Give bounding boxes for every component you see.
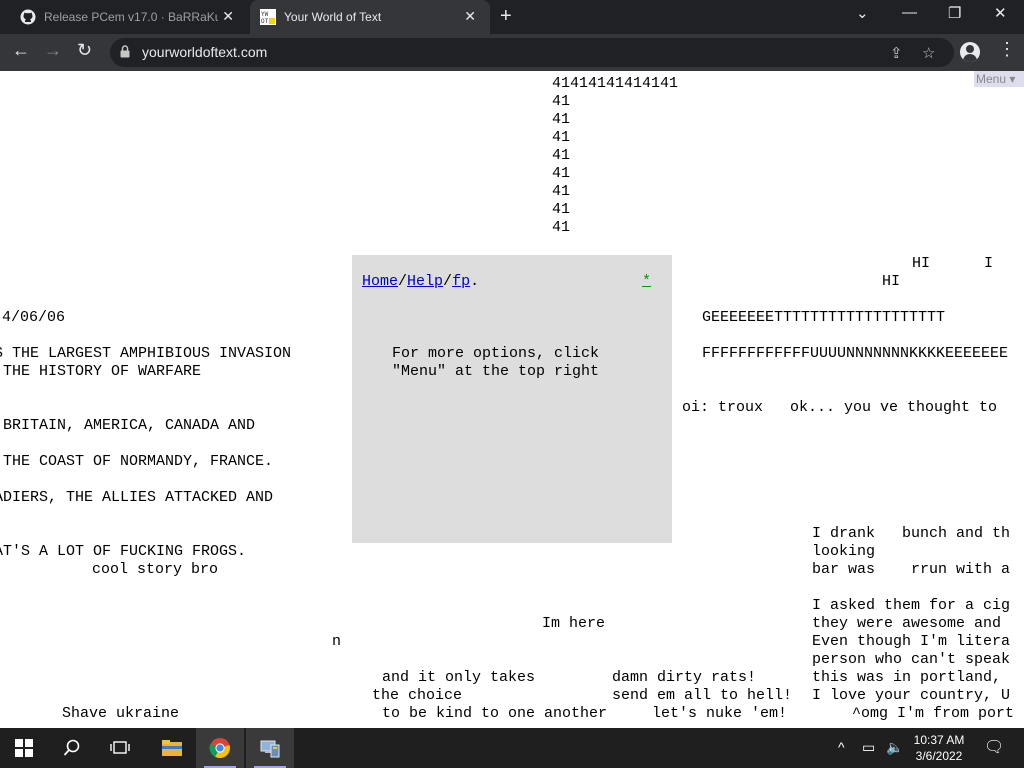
world-text: 41 xyxy=(552,201,571,218)
tab-search-icon[interactable]: ⌄ xyxy=(856,4,869,22)
restore-icon[interactable]: ❐ xyxy=(948,4,961,22)
world-text: GEEEEEEETTTTTTTTTTTTTTTTTTT xyxy=(702,309,946,326)
bookmark-star-icon[interactable]: ☆ xyxy=(922,44,935,62)
help-nav: Home/Help/fp. xyxy=(362,273,480,290)
world-text: THE HISTORY OF WARFARE xyxy=(0,363,202,380)
help-panel: Home/Help/fp. * For more options, click … xyxy=(352,255,672,543)
world-text: Shave ukraine xyxy=(62,705,180,722)
help-text-line1: For more options, click xyxy=(392,345,600,362)
profile-avatar-icon[interactable] xyxy=(960,42,980,62)
tab-strip: Release PCem v17.0 · BaRRaKudaRain/PCem-… xyxy=(0,0,1024,34)
show-hidden-icons-icon[interactable]: ^ xyxy=(838,739,845,755)
world-text: 41 xyxy=(552,129,571,146)
world-text: person who can't speak xyxy=(812,651,1011,668)
clock-time: 10:37 AM xyxy=(913,733,965,747)
world-text: 41 xyxy=(552,219,571,236)
chrome-taskbar-button[interactable] xyxy=(196,728,244,768)
world-text: FFFFFFFFFFFFUUUUNNNNNNNKKKKEEEEEEE xyxy=(702,345,1009,362)
world-text: let's nuke 'em! xyxy=(652,705,788,722)
url-text: yourworldoftext.com xyxy=(142,44,268,60)
world-text: 41 xyxy=(552,93,571,110)
task-view-icon xyxy=(110,741,130,754)
world-text: I love your country, U xyxy=(812,687,1011,704)
tab-title: Your World of Text xyxy=(284,10,382,24)
more-options-icon[interactable]: ⋮ xyxy=(998,39,1016,60)
clock-date: 3/6/2022 xyxy=(915,749,963,763)
new-tab-button[interactable]: + xyxy=(500,5,512,28)
notifications-icon[interactable]: 🗨 xyxy=(984,737,1004,757)
world-text: 4/06/06 xyxy=(2,309,66,326)
fp-link[interactable]: fp xyxy=(452,273,470,290)
volume-icon[interactable]: 🔈 xyxy=(886,739,903,756)
world-text: 41414141414141 xyxy=(552,75,679,92)
file-explorer-button[interactable] xyxy=(148,728,196,768)
github-icon xyxy=(20,9,36,25)
world-text: damn dirty rats! xyxy=(612,669,757,686)
windows-taskbar: ^ ▭ 🔈 10:37 AM 3/6/2022 🗨 xyxy=(0,728,1024,768)
close-window-icon[interactable]: ✕ xyxy=(994,4,1007,22)
world-text: 41 xyxy=(552,111,571,128)
close-tab-icon[interactable]: ✕ xyxy=(222,8,234,25)
minimize-icon[interactable]: — xyxy=(902,4,917,21)
share-icon[interactable]: ⇪ xyxy=(890,44,903,62)
world-text: oi: troux ok... you ve thought to xyxy=(682,399,998,416)
world-text: S THE LARGEST AMPHIBIOUS INVASION xyxy=(0,345,292,362)
start-button[interactable] xyxy=(0,728,48,768)
tab-title: Release PCem v17.0 · BaRRaKudaRain/PCem-… xyxy=(44,10,218,24)
world-text: to be kind to one another xyxy=(382,705,608,722)
browser-toolbar: ← → ↻ yourworldoftext.com ⇪ ☆ ⋮ xyxy=(0,34,1024,71)
lock-icon xyxy=(120,45,130,58)
tab-your-world-of-text[interactable]: YW OT Your World of Text ✕ xyxy=(250,0,490,34)
world-text: the choice xyxy=(372,687,463,704)
world-text: 41 xyxy=(552,147,571,164)
world-text: they were awesome and xyxy=(812,615,1002,632)
world-text: 41 xyxy=(552,183,571,200)
world-text: and it only takes xyxy=(382,669,536,686)
chrome-icon xyxy=(209,738,230,759)
close-tab-icon[interactable]: ✕ xyxy=(464,8,476,25)
world-text: I asked them for a cig xyxy=(812,597,1011,614)
world-text: Even though I'm litera xyxy=(812,633,1011,650)
svg-text:YW: YW xyxy=(261,11,269,18)
menu-button[interactable]: Menu ▾ xyxy=(974,71,1024,87)
star-link[interactable]: * xyxy=(642,273,651,290)
help-text-line2: "Menu" at the top right xyxy=(392,363,600,380)
world-text: AT'S A LOT OF FUCKING FROGS. xyxy=(0,543,247,560)
world-of-text-canvas[interactable]: Menu ▾ 41414141414141 41 41 41 41 41 41 … xyxy=(0,71,1024,728)
pcem-app-icon xyxy=(260,740,280,758)
network-icon[interactable]: ▭ xyxy=(862,739,875,756)
search-icon xyxy=(63,739,80,756)
forward-icon[interactable]: → xyxy=(44,40,62,61)
world-text: ^omg I'm from port xyxy=(852,705,1015,722)
back-icon[interactable]: ← xyxy=(12,40,30,61)
world-text: ADIERS, THE ALLIES ATTACKED AND xyxy=(0,489,274,506)
search-button[interactable] xyxy=(48,728,96,768)
world-text: looking xyxy=(812,543,876,560)
task-view-button[interactable] xyxy=(96,728,144,768)
world-text: this was in portland, xyxy=(812,669,1002,686)
windows-logo-icon xyxy=(15,739,33,757)
app-taskbar-button[interactable] xyxy=(246,728,294,768)
ywot-icon: YW OT xyxy=(260,9,276,25)
home-link[interactable]: Home xyxy=(362,273,398,290)
world-text: I xyxy=(984,255,994,272)
address-bar[interactable]: yourworldoftext.com ⇪ ☆ xyxy=(110,38,954,67)
world-text: HI xyxy=(882,273,901,290)
system-clock[interactable]: 10:37 AM 3/6/2022 xyxy=(906,732,972,764)
folder-icon xyxy=(162,740,182,756)
help-link[interactable]: Help xyxy=(407,273,443,290)
world-text: send em all to hell! xyxy=(612,687,793,704)
world-text: BRITAIN, AMERICA, CANADA AND xyxy=(0,417,256,434)
reload-icon[interactable]: ↻ xyxy=(77,40,92,61)
world-text: Im here xyxy=(542,615,606,632)
tab-github-release[interactable]: Release PCem v17.0 · BaRRaKudaRain/PCem-… xyxy=(8,0,248,34)
world-text: HI xyxy=(912,255,931,272)
world-text: bar was rrun with a xyxy=(812,561,1011,578)
svg-text:OT: OT xyxy=(261,18,269,25)
world-text: cool story bro xyxy=(92,561,219,578)
world-text: THE COAST OF NORMANDY, FRANCE. xyxy=(0,453,274,470)
world-text: 41 xyxy=(552,165,571,182)
world-text: I drank bunch and th xyxy=(812,525,1011,542)
world-text: n xyxy=(332,633,342,650)
